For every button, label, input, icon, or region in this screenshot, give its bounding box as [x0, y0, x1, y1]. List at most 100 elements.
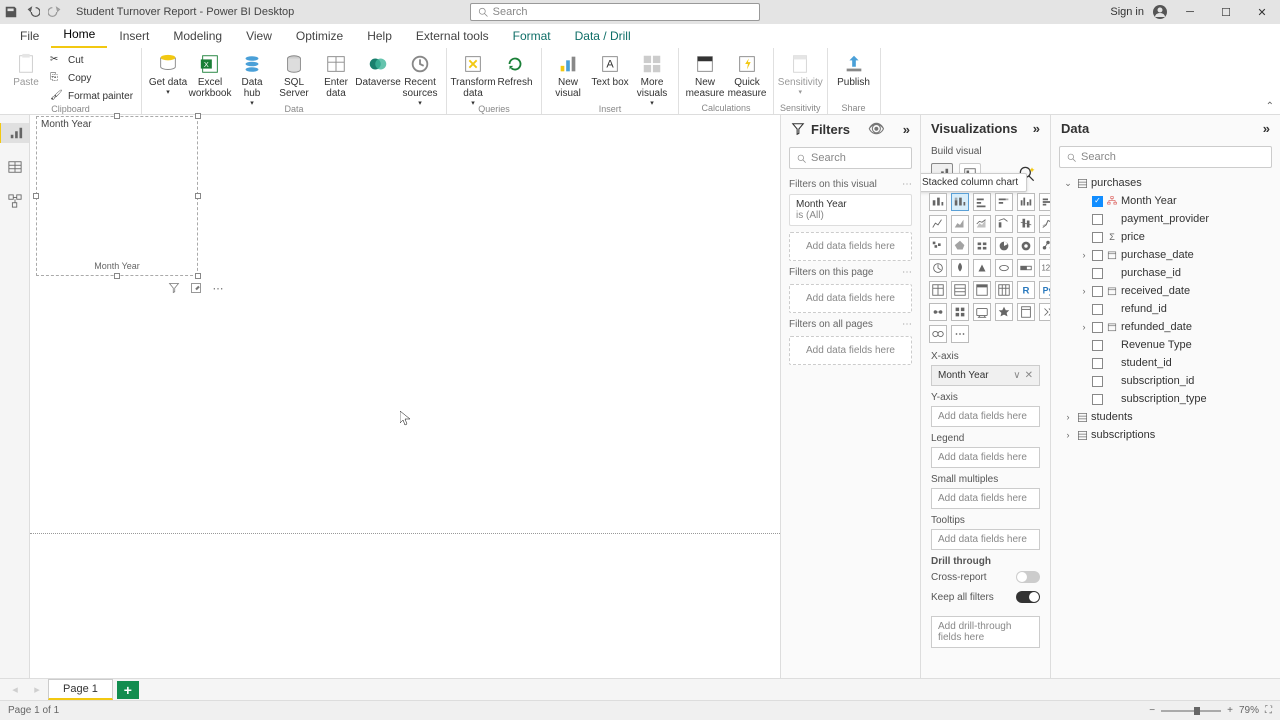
viz-key-influencers[interactable]: [929, 303, 947, 321]
legend-field[interactable]: Add data fields here: [931, 447, 1040, 468]
add-page-button[interactable]: +: [117, 681, 139, 699]
viz-line-column-stacked[interactable]: [1017, 215, 1035, 233]
more-visuals-button[interactable]: More visuals▾: [632, 50, 672, 107]
viz-line-column[interactable]: [995, 215, 1013, 233]
excel-button[interactable]: XExcel workbook: [190, 50, 230, 99]
viz-ribbon[interactable]: [1039, 215, 1050, 233]
collapse-filters-icon[interactable]: »: [903, 122, 910, 137]
viz-clustered-bar[interactable]: [973, 193, 991, 211]
zoom-in-button[interactable]: +: [1227, 705, 1233, 716]
refresh-button[interactable]: Refresh: [495, 50, 535, 88]
field-student-id[interactable]: student_id: [1055, 354, 1276, 372]
viz-r-visual[interactable]: R: [1017, 281, 1035, 299]
field-refunded-date[interactable]: ›refunded_date: [1055, 318, 1276, 336]
viz-slicer[interactable]: [929, 281, 947, 299]
viz-power-apps[interactable]: [1039, 303, 1050, 321]
visual-more-icon[interactable]: ⋯: [210, 280, 226, 296]
data-search[interactable]: Search: [1059, 146, 1272, 168]
tooltips-field[interactable]: Add data fields here: [931, 529, 1040, 550]
viz-smart-narrative[interactable]: [995, 303, 1013, 321]
viz-map[interactable]: [951, 259, 969, 277]
report-canvas[interactable]: Month Year Month Year ⋯: [30, 115, 780, 678]
filter-section-more[interactable]: ⋯: [902, 267, 912, 278]
cut-button[interactable]: ✂Cut: [48, 52, 135, 69]
viz-area[interactable]: [951, 215, 969, 233]
user-avatar-icon[interactable]: [1152, 4, 1168, 20]
collapse-viz-icon[interactable]: »: [1033, 121, 1040, 136]
field-subscription-type[interactable]: subscription_type: [1055, 390, 1276, 408]
viz-filled-map[interactable]: [973, 259, 991, 277]
viz-gauge[interactable]: [929, 259, 947, 277]
selected-visual[interactable]: Month Year Month Year: [36, 116, 198, 276]
signin-link[interactable]: Sign in: [1110, 6, 1144, 18]
field-subscription-id[interactable]: subscription_id: [1055, 372, 1276, 390]
maximize-button[interactable]: ☐: [1212, 0, 1240, 24]
dataverse-button[interactable]: Dataverse: [358, 50, 398, 88]
page-tab-1[interactable]: Page 1: [48, 679, 113, 700]
data-view-button[interactable]: [5, 157, 25, 177]
menu-tab-external-tools[interactable]: External tools: [404, 25, 501, 48]
cross-report-toggle[interactable]: [1016, 571, 1040, 583]
small-multiples-field[interactable]: Add data fields here: [931, 488, 1040, 509]
filter-card-month-year[interactable]: Month Year is (All): [789, 194, 912, 226]
report-view-button[interactable]: [0, 123, 29, 143]
fit-page-button[interactable]: ⛶: [1265, 705, 1272, 716]
filter-dropzone-all[interactable]: Add data fields here: [789, 336, 912, 365]
quick-measure-button[interactable]: Quick measure: [727, 50, 767, 99]
viz-clustered-bar-h[interactable]: [1039, 193, 1050, 211]
viz-py-visual[interactable]: Py: [1039, 281, 1050, 299]
undo-icon[interactable]: [26, 5, 40, 19]
table-students[interactable]: ›students: [1055, 408, 1276, 426]
visual-filter-icon[interactable]: [166, 280, 182, 296]
menu-tab-modeling[interactable]: Modeling: [161, 25, 234, 48]
visual-focus-icon[interactable]: [188, 280, 204, 296]
copy-button[interactable]: ⎘Copy: [48, 70, 135, 87]
menu-tab-help[interactable]: Help: [355, 25, 404, 48]
viz-donut[interactable]: [1017, 237, 1035, 255]
zoom-slider[interactable]: [1161, 710, 1221, 712]
global-search[interactable]: Search: [470, 3, 760, 21]
viz-treemap[interactable]: [1039, 237, 1050, 255]
yaxis-field[interactable]: Add data fields here: [931, 406, 1040, 427]
field-purchase-id[interactable]: purchase_id: [1055, 264, 1276, 282]
keep-filters-toggle[interactable]: [1016, 591, 1040, 603]
resize-handle[interactable]: [195, 273, 201, 279]
field-payment-provider[interactable]: payment_provider: [1055, 210, 1276, 228]
format-painter-button[interactable]: 🖌Format painter: [48, 88, 135, 105]
resize-handle[interactable]: [114, 273, 120, 279]
datahub-button[interactable]: Data hub▾: [232, 50, 272, 107]
collapse-data-icon[interactable]: »: [1263, 121, 1270, 136]
get-data-button[interactable]: Get data▾: [148, 50, 188, 96]
zoom-out-button[interactable]: −: [1149, 705, 1155, 716]
text-box-button[interactable]: AText box: [590, 50, 630, 88]
menu-tab-file[interactable]: File: [8, 25, 51, 48]
viz-qa[interactable]: [973, 303, 991, 321]
new-visual-button[interactable]: New visual: [548, 50, 588, 99]
filter-dropzone-page[interactable]: Add data fields here: [789, 284, 912, 313]
menu-tab-view[interactable]: View: [234, 25, 284, 48]
xaxis-field[interactable]: Month Year ∨✕: [931, 365, 1040, 386]
collapse-ribbon-icon[interactable]: ⌃: [1266, 101, 1274, 112]
transform-button[interactable]: Transform data▾: [453, 50, 493, 107]
viz-azure-map[interactable]: [995, 259, 1013, 277]
drill-through-field[interactable]: Add drill-through fields here: [931, 616, 1040, 648]
menu-tab-optimize[interactable]: Optimize: [284, 25, 355, 48]
filter-dropzone-visual[interactable]: Add data fields here: [789, 232, 912, 261]
sql-button[interactable]: SQL Server: [274, 50, 314, 99]
recent-sources-button[interactable]: Recent sources▾: [400, 50, 440, 107]
enter-data-button[interactable]: Enter data: [316, 50, 356, 99]
viz-kpi[interactable]: 123: [1039, 259, 1050, 277]
field-refund-id[interactable]: refund_id: [1055, 300, 1276, 318]
viz-paginated[interactable]: [1017, 303, 1035, 321]
viz-matrix[interactable]: [973, 281, 991, 299]
viz-clustered-bar-100[interactable]: [995, 193, 1013, 211]
menu-tab-home[interactable]: Home: [51, 23, 107, 48]
viz-line[interactable]: [929, 215, 947, 233]
filters-search[interactable]: Search: [789, 147, 912, 169]
publish-button[interactable]: Publish: [834, 50, 874, 88]
viz-stacked-bar[interactable]: [929, 193, 947, 211]
resize-handle[interactable]: [195, 193, 201, 199]
viz-more[interactable]: [951, 325, 969, 343]
menu-tab-data-drill[interactable]: Data / Drill: [563, 25, 643, 48]
viz-stacked-column[interactable]: [951, 193, 969, 211]
